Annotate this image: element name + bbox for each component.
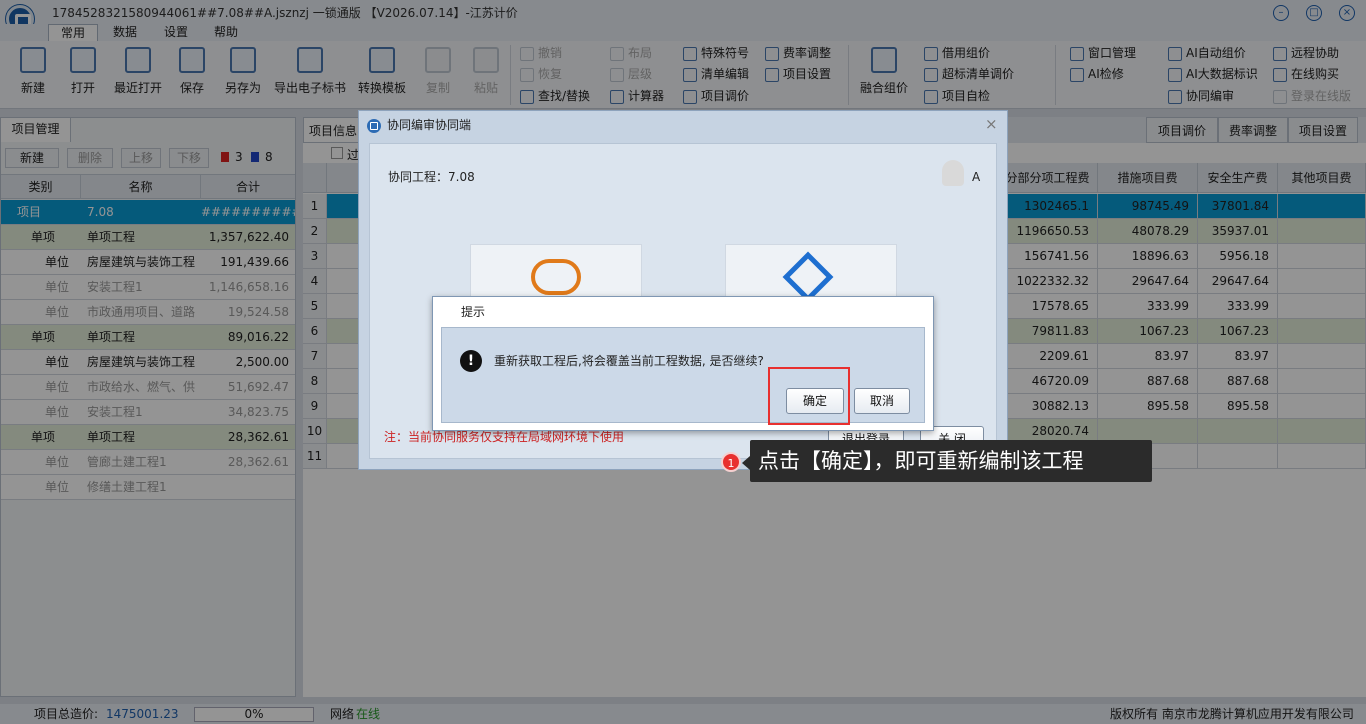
highlight-box [768, 367, 850, 425]
prompt-dialog: 提示 ! 重新获取工程后,将会覆盖当前工程数据, 是否继续? 确定 取消 [432, 296, 934, 431]
prompt-message: 重新获取工程后,将会覆盖当前工程数据, 是否继续? [494, 354, 764, 368]
collab-dialog-title: 协同编审协同端 [387, 118, 472, 132]
cancel-button[interactable]: 取消 [854, 388, 910, 414]
diamond-logo-icon [782, 251, 834, 303]
prompt-body: ! 重新获取工程后,将会覆盖当前工程数据, 是否继续? 确定 取消 [441, 327, 925, 423]
step-number-badge: 1 [721, 452, 741, 472]
collab-project-name: 协同工程：7.08 [388, 170, 475, 184]
prompt-title: 提示 [433, 297, 933, 327]
warning-icon: ! [460, 350, 482, 372]
instruction-tooltip: 点击【确定】，即可重新编制该工程 [750, 440, 1152, 482]
collab-user-name: A [972, 170, 981, 184]
collab-close-icon[interactable]: × [985, 115, 998, 133]
cloud-upload-icon [531, 259, 581, 295]
tip-arrow [742, 456, 750, 470]
avatar [942, 160, 964, 186]
